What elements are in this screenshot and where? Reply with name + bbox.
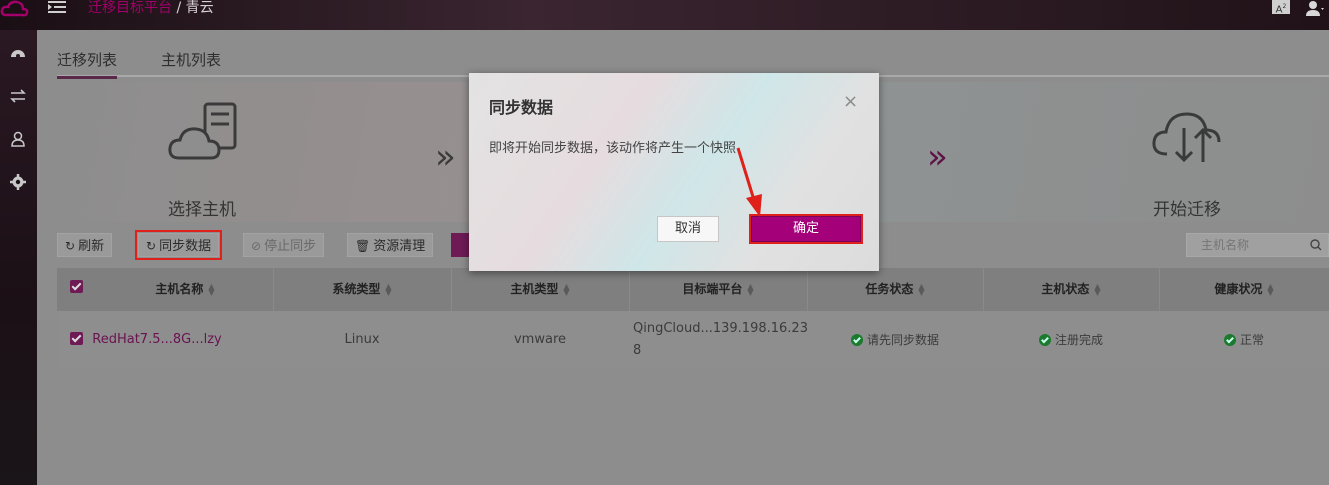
sync-data-button[interactable]: ↻ 同步数据 [134, 230, 223, 260]
column-header[interactable]: 目标端平台 ▲ ▼ [629, 268, 808, 311]
column-header[interactable]: 主机名称 ▲ ▼ [97, 268, 274, 311]
refresh-label: 刷新 [78, 239, 105, 254]
cleanup-label: 资源清理 [373, 239, 426, 254]
target-platform-cell: QingCloud...139.198.16.23 8 [633, 311, 808, 368]
sidebar [0, 30, 37, 485]
search-input[interactable]: 主机名称 [1186, 233, 1329, 257]
confirm-button[interactable]: 确定 [749, 214, 863, 244]
migrate-button[interactable] [451, 233, 471, 257]
dashboard-icon[interactable] [9, 44, 27, 62]
search-placeholder: 主机名称 [1201, 238, 1250, 252]
tab-host-list[interactable]: 主机列表 [161, 49, 221, 76]
stop-sync-label: 停止同步 [264, 239, 317, 254]
sync-icon: ↻ [146, 239, 157, 253]
breadcrumb: 迁移目标平台 / 青云 [88, 0, 214, 17]
host-name-link[interactable]: RedHat7.5...8G...lzy [92, 311, 221, 368]
dialog-title: 同步数据 [489, 98, 554, 117]
breadcrumb-separator: / [176, 0, 182, 16]
check-circle-icon [1038, 333, 1051, 346]
refresh-button[interactable]: ↻ 刷新 [57, 233, 113, 257]
column-header[interactable]: 主机类型 ▲ ▼ [451, 268, 630, 311]
host-type-cell: vmware [513, 332, 566, 347]
row-checkbox[interactable] [70, 332, 83, 345]
top-bar: 迁移目标平台 / 青云 A2 [0, 0, 1329, 30]
migration-icon[interactable] [9, 87, 27, 105]
host-status-cell: 注册完成 [983, 311, 1159, 368]
menu-toggle-icon[interactable] [48, 0, 66, 14]
target-platform-line1: QingCloud...139.198.16.23 [633, 320, 808, 336]
step-arrow-active-icon: » [927, 137, 948, 177]
os-type-cell: Linux [344, 332, 380, 347]
breadcrumb-platform[interactable]: 迁移目标平台 [88, 0, 172, 16]
host-status-text: 注册完成 [1054, 333, 1103, 347]
target-platform-line2: 8 [633, 342, 642, 358]
cloud-transfer-icon [1152, 112, 1221, 163]
cloud-server-icon [168, 102, 237, 160]
step-start-migration-label: 开始迁移 [1153, 200, 1221, 220]
close-icon[interactable]: × [843, 91, 858, 112]
user-icon[interactable] [1305, 0, 1325, 16]
task-status-cell: 请先同步数据 [807, 311, 983, 368]
search-icon[interactable] [1310, 239, 1322, 251]
select-all-checkbox[interactable] [70, 280, 83, 293]
cancel-button[interactable]: 取消 [657, 216, 719, 242]
column-header[interactable]: 健康状况 ▲ ▼ [1159, 268, 1329, 311]
dialog-message: 即将开始同步数据，该动作将产生一个快照 [489, 141, 737, 156]
users-icon[interactable] [9, 130, 27, 148]
task-status-text: 请先同步数据 [866, 333, 939, 347]
tab-migration-list[interactable]: 迁移列表 [57, 49, 118, 79]
table-row[interactable]: RedHat7.5...8G...lzy Linux vmware QingCl… [57, 311, 1329, 368]
breadcrumb-target: 青云 [185, 0, 214, 16]
language-switch-icon[interactable]: A2 [1272, 0, 1290, 16]
table-header: 主机名称 ▲ ▼ 系统类型 ▲ ▼ 主机类型 ▲ ▼ 目标端平台 ▲ ▼ 任务状态 ▲ ▼ 主机状态… [57, 268, 1329, 311]
stop-icon: ⊘ [251, 239, 262, 253]
health-cell: 正常 [1159, 311, 1329, 368]
sync-data-dialog: 同步数据 × 即将开始同步数据，该动作将产生一个快照 取消 确定 [469, 73, 879, 271]
sync-label: 同步数据 [159, 239, 212, 254]
stop-sync-button[interactable]: ⊘ 停止同步 [243, 233, 325, 257]
language-label: A [1275, 4, 1283, 16]
refresh-icon: ↻ [65, 239, 76, 253]
trash-icon: 🗑 [355, 239, 371, 253]
cleanup-button[interactable]: 🗑 资源清理 [347, 233, 434, 257]
column-header[interactable]: 任务状态 ▲ ▼ [807, 268, 984, 311]
check-circle-icon [1223, 333, 1236, 346]
cloud-logo-icon[interactable] [0, 0, 30, 18]
step-select-host-label: 选择主机 [168, 200, 236, 220]
settings-icon[interactable] [9, 173, 27, 191]
check-circle-icon [850, 333, 863, 346]
column-header[interactable]: 主机状态 ▲ ▼ [983, 268, 1160, 311]
health-text: 正常 [1239, 333, 1264, 347]
column-header[interactable]: 系统类型 ▲ ▼ [273, 268, 452, 311]
step-arrow-icon: » [435, 137, 456, 177]
